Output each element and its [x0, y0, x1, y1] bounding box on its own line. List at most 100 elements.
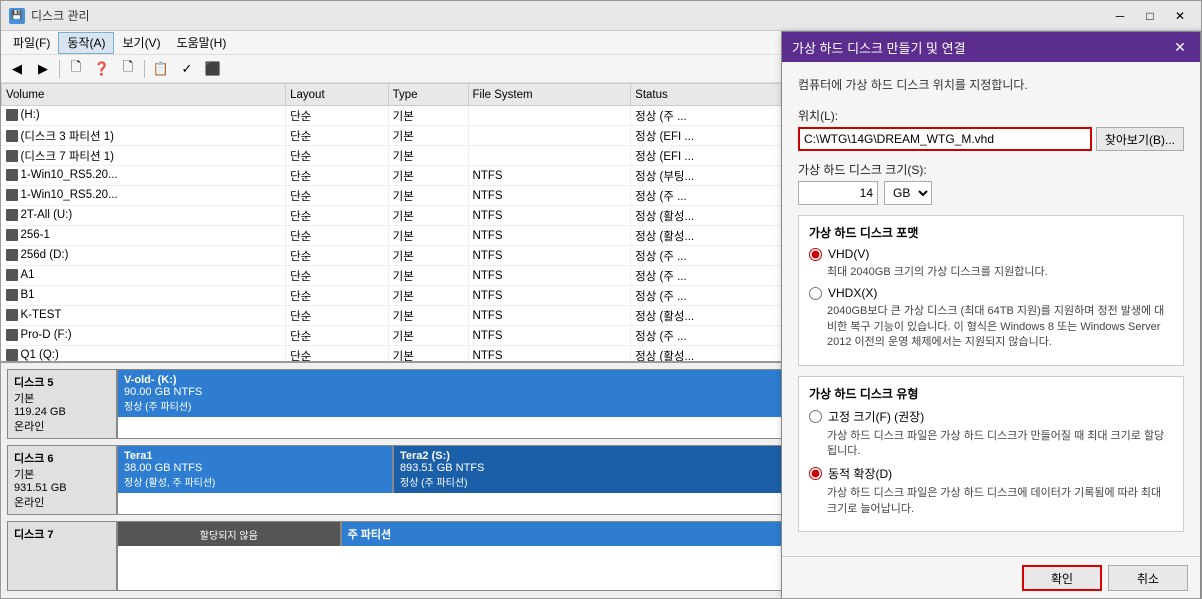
disk-partition[interactable]: Tera138.00 GB NTFS정상 (활성, 주 파티션) [118, 446, 394, 493]
table-cell: NTFS [468, 286, 631, 306]
col-filesystem[interactable]: File System [468, 84, 631, 106]
location-input[interactable] [798, 127, 1092, 151]
dialog-body: 컴퓨터에 가상 하드 디스크 위치를 지정합니다. 위치(L): 찾아보기(B)… [782, 83, 1200, 556]
size-label: 가상 하드 디스크 크기(S): [798, 161, 1184, 178]
window-title: 디스크 관리 [31, 7, 90, 24]
fixed-radio[interactable] [809, 410, 822, 423]
table-cell: 단순 [286, 146, 388, 166]
toolbar-btn-6[interactable]: 📋 [149, 58, 173, 80]
vhdx-radio-row: VHDX(X) [809, 286, 1173, 300]
vhd-dialog: 가상 하드 디스크 만들기 및 연결 ✕ 컴퓨터에 가상 하드 디스크 위치를 … [781, 83, 1201, 598]
size-input-row: MB GB TB [798, 181, 1184, 205]
table-cell: 기본 [388, 106, 468, 126]
disk-label: 디스크 7 [8, 522, 118, 590]
table-cell: (H:) [2, 106, 286, 126]
back-button[interactable]: ◀ [5, 58, 29, 80]
menu-help[interactable]: 도움말(H) [169, 32, 235, 54]
table-cell: NTFS [468, 266, 631, 286]
table-cell: 정상 (부팅... [631, 166, 791, 186]
size-input[interactable] [798, 181, 878, 205]
table-cell: 단순 [286, 246, 388, 266]
menu-file[interactable]: 파일(F) [5, 32, 58, 54]
vhdx-label[interactable]: VHDX(X) [828, 286, 877, 300]
main-content: Volume Layout Type File System Status Ca… [1, 83, 1201, 598]
fixed-label[interactable]: 고정 크기(F) (권장) [828, 408, 924, 425]
disk-label: 디스크 5기본119.24 GB온라인 [8, 370, 118, 438]
dynamic-label[interactable]: 동적 확장(D) [828, 465, 892, 482]
table-cell: 기본 [388, 126, 468, 146]
table-cell: 256d (D:) [2, 246, 286, 266]
table-cell: NTFS [468, 346, 631, 364]
toolbar-btn-4[interactable]: ❓ [90, 58, 114, 80]
table-cell: A1 [2, 266, 286, 286]
ok-button[interactable]: 확인 [1022, 565, 1102, 591]
vhd-desc: 최대 2040GB 크기의 가상 디스크를 지원합니다. [827, 265, 1173, 280]
menu-action[interactable]: 동작(A) [58, 32, 114, 54]
table-cell: 단순 [286, 326, 388, 346]
toolbar-btn-3[interactable]: 🗋 [64, 58, 88, 80]
table-cell: 1-Win10_RS5.20... [2, 186, 286, 206]
table-cell: 기본 [388, 266, 468, 286]
table-cell: 정상 (활성... [631, 226, 791, 246]
col-layout[interactable]: Layout [286, 84, 388, 106]
table-cell: NTFS [468, 226, 631, 246]
disk-type: 기본 [14, 466, 110, 482]
table-cell: 단순 [286, 266, 388, 286]
col-status[interactable]: Status [631, 84, 791, 106]
partition-detail: 38.00 GB NTFS [124, 462, 386, 474]
type-group-title: 가상 하드 디스크 유형 [809, 385, 1173, 402]
fixed-radio-row: 고정 크기(F) (권장) [809, 408, 1173, 425]
col-volume[interactable]: Volume [2, 84, 286, 106]
main-window: 💾 디스크 관리 ─ □ ✕ 파일(F) 동작(A) 보기(V) 도움말(H) … [0, 0, 1202, 599]
toolbar-btn-7[interactable]: ✓ [175, 58, 199, 80]
table-cell: B1 [2, 286, 286, 306]
table-cell: 정상 (주 ... [631, 106, 791, 126]
vhd-radio[interactable] [809, 248, 822, 261]
minimize-button[interactable]: ─ [1107, 6, 1133, 26]
table-cell: (디스크 3 파티션 1) [2, 126, 286, 146]
table-cell: 기본 [388, 166, 468, 186]
vhd-label[interactable]: VHD(V) [828, 247, 869, 261]
col-type[interactable]: Type [388, 84, 468, 106]
table-cell: Pro-D (F:) [2, 326, 286, 346]
dynamic-desc: 가상 하드 디스크 파일은 가상 하드 디스크에 데이터가 기록됨에 따라 최대… [827, 486, 1173, 517]
disk-name: 디스크 7 [14, 526, 110, 542]
vhdx-radio[interactable] [809, 287, 822, 300]
location-section: 위치(L): 찾아보기(B)... [798, 107, 1184, 151]
table-cell: 단순 [286, 286, 388, 306]
size-unit-select[interactable]: MB GB TB [884, 181, 932, 205]
forward-button[interactable]: ▶ [31, 58, 55, 80]
disk-name: 디스크 6 [14, 450, 110, 466]
format-group: 가상 하드 디스크 포맷 VHD(V) 최대 2040GB 크기의 가상 디스크… [798, 215, 1184, 366]
table-cell: (디스크 7 파티션 1) [2, 146, 286, 166]
vhd-radio-row: VHD(V) [809, 247, 1173, 261]
table-cell: NTFS [468, 166, 631, 186]
table-cell: 단순 [286, 306, 388, 326]
close-button[interactable]: ✕ [1167, 6, 1193, 26]
toolbar-btn-8[interactable]: ⬛ [201, 58, 225, 80]
table-cell: 정상 (주 ... [631, 326, 791, 346]
browse-button[interactable]: 찾아보기(B)... [1096, 127, 1184, 151]
table-cell [468, 126, 631, 146]
table-cell: 기본 [388, 226, 468, 246]
table-cell: 정상 (주 ... [631, 186, 791, 206]
partition-name: Tera1 [124, 450, 386, 462]
dialog-footer: 확인 취소 [782, 556, 1200, 598]
size-section: 가상 하드 디스크 크기(S): MB GB TB [798, 161, 1184, 205]
menu-view[interactable]: 보기(V) [114, 32, 168, 54]
dialog-description: 컴퓨터에 가상 하드 디스크 위치를 지정합니다. [798, 83, 1184, 93]
table-cell: 1-Win10_RS5.20... [2, 166, 286, 186]
table-cell: NTFS [468, 306, 631, 326]
dynamic-radio[interactable] [809, 467, 822, 480]
table-cell [468, 146, 631, 166]
maximize-button[interactable]: □ [1137, 6, 1163, 26]
table-cell: NTFS [468, 206, 631, 226]
table-cell: 2T-All (U:) [2, 206, 286, 226]
disk-partition[interactable]: 할당되지 않음 [118, 522, 342, 546]
table-cell: 단순 [286, 226, 388, 246]
cancel-button[interactable]: 취소 [1108, 565, 1188, 591]
table-cell: NTFS [468, 246, 631, 266]
table-cell: 정상 (EFI ... [631, 146, 791, 166]
toolbar-btn-5[interactable]: 🗋 [116, 58, 140, 80]
type-group: 가상 하드 디스크 유형 고정 크기(F) (권장) 가상 하드 디스크 파일은… [798, 376, 1184, 533]
